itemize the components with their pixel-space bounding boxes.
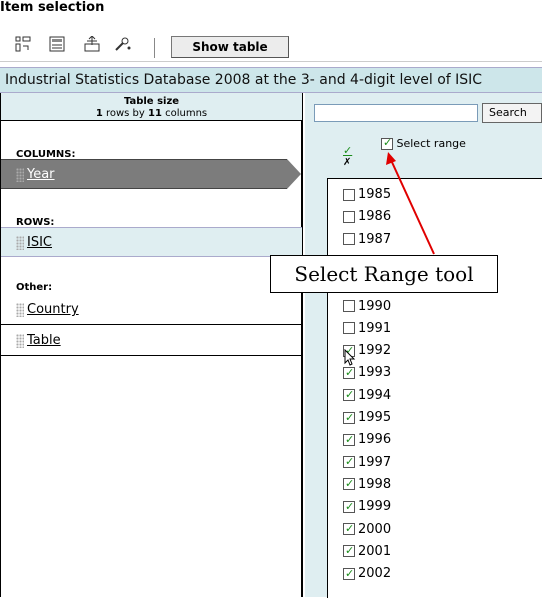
- select-all-icon[interactable]: ✓: [343, 145, 352, 156]
- database-banner: Industrial Statistics Database 2008 at t…: [0, 67, 542, 93]
- drag-handle-icon[interactable]: [16, 235, 24, 250]
- mouse-cursor-icon: [344, 348, 356, 371]
- year-label: 1993: [358, 365, 392, 381]
- year-checkbox[interactable]: [343, 543, 355, 559]
- column-count: 11: [148, 108, 162, 119]
- year-checkbox[interactable]: [343, 300, 355, 312]
- year-label: 1999: [358, 499, 392, 515]
- toolbar-separator: [154, 38, 155, 58]
- table-size-summary: 1 rows by 11 columns: [1, 108, 302, 120]
- year-checkbox[interactable]: [343, 322, 355, 335]
- rows-by-text: rows by: [105, 108, 145, 119]
- year-label: 2002: [358, 566, 392, 582]
- year-item-2002[interactable]: 2002: [343, 566, 391, 582]
- year-item-1985[interactable]: 1985: [343, 187, 391, 203]
- year-checkbox[interactable]: [343, 410, 355, 426]
- year-checkbox[interactable]: [343, 566, 355, 582]
- search-input[interactable]: [314, 104, 478, 122]
- toolbar-divider: [0, 61, 542, 62]
- year-item-2001[interactable]: 2001: [343, 543, 392, 560]
- year-label: 1992: [358, 343, 392, 359]
- year-label: 1997: [358, 454, 392, 470]
- columns-text: columns: [165, 108, 208, 119]
- year-item-1991[interactable]: 1991: [343, 321, 391, 337]
- selected-arrow-indicator: [287, 159, 301, 189]
- row-count: 1: [95, 108, 103, 119]
- deselect-all-icon[interactable]: ✗: [343, 157, 351, 168]
- year-label: 2001: [358, 543, 392, 559]
- table-size-box: Table size 1 rows by 11 columns: [1, 93, 302, 121]
- year-checkbox[interactable]: [343, 476, 355, 492]
- table-size-title: Table size: [123, 96, 180, 107]
- year-item-1994[interactable]: 1994: [343, 387, 392, 404]
- year-checkbox[interactable]: [343, 233, 355, 246]
- settings-wrench-icon[interactable]: [114, 36, 131, 52]
- year-item-1990[interactable]: 1990: [343, 299, 391, 315]
- year-label: 1998: [358, 476, 392, 492]
- other-section-label: Other:: [16, 282, 53, 293]
- dimension-link-table[interactable]: Table: [27, 333, 61, 348]
- year-label: 1990: [358, 298, 392, 314]
- year-item-1995[interactable]: 1995: [343, 410, 391, 426]
- show-table-button[interactable]: Show table: [171, 36, 289, 58]
- year-checkbox[interactable]: [343, 432, 355, 448]
- drag-handle-icon[interactable]: [16, 302, 24, 317]
- dimension-item-table[interactable]: Table: [1, 326, 302, 356]
- dimension-item-year[interactable]: Year: [1, 159, 287, 189]
- dimension-link-year[interactable]: Year: [27, 167, 55, 182]
- dimension-item-country[interactable]: Country: [1, 295, 302, 325]
- year-label: 1995: [358, 410, 392, 425]
- select-range-option[interactable]: Select range: [381, 136, 466, 150]
- year-item-1998[interactable]: 1998: [343, 476, 392, 493]
- year-checkbox[interactable]: [343, 499, 355, 515]
- drag-handle-icon[interactable]: [16, 333, 24, 348]
- pivot-icon[interactable]: [15, 36, 31, 52]
- year-item-1996[interactable]: 1996: [343, 432, 391, 448]
- year-item-1999[interactable]: 1999: [343, 499, 391, 515]
- item-selection-panel: Search ✓ ✗ Select range 1985198619871988…: [305, 93, 542, 598]
- year-item-1986[interactable]: 1986: [343, 209, 391, 225]
- move-icon[interactable]: [84, 35, 100, 52]
- year-checkbox[interactable]: [343, 210, 355, 223]
- year-label: 1987: [358, 231, 392, 247]
- year-item-1997[interactable]: 1997: [343, 454, 392, 471]
- year-label: 1994: [358, 387, 392, 403]
- year-checkbox[interactable]: [343, 454, 355, 470]
- drag-handle-icon[interactable]: [16, 167, 24, 182]
- select-range-callout: Select Range tool: [270, 255, 498, 293]
- year-checkbox[interactable]: [343, 188, 355, 201]
- year-label: 1986: [358, 209, 392, 225]
- dimension-panel: Table size 1 rows by 11 columns COLUMNS:…: [0, 93, 303, 597]
- year-list: 1985198619871988198919901991199219931994…: [327, 178, 542, 598]
- select-range-checkbox[interactable]: [381, 136, 393, 150]
- year-label: 1996: [358, 432, 392, 448]
- year-label: 2000: [358, 521, 392, 537]
- year-checkbox[interactable]: [343, 387, 355, 403]
- year-item-1987[interactable]: 1987: [343, 232, 391, 248]
- year-item-2000[interactable]: 2000: [343, 521, 392, 538]
- select-range-label: Select range: [396, 137, 466, 150]
- year-checkbox[interactable]: [343, 521, 355, 537]
- dimension-link-isic[interactable]: ISIC: [27, 235, 52, 250]
- year-label: 1991: [358, 320, 392, 336]
- dimension-item-isic[interactable]: ISIC: [1, 227, 302, 257]
- table-layout-icon[interactable]: [49, 36, 65, 52]
- search-button[interactable]: Search: [482, 103, 542, 123]
- dimension-link-country[interactable]: Country: [27, 302, 79, 317]
- page-title: Item selection: [0, 0, 105, 15]
- year-label: 1985: [358, 187, 392, 202]
